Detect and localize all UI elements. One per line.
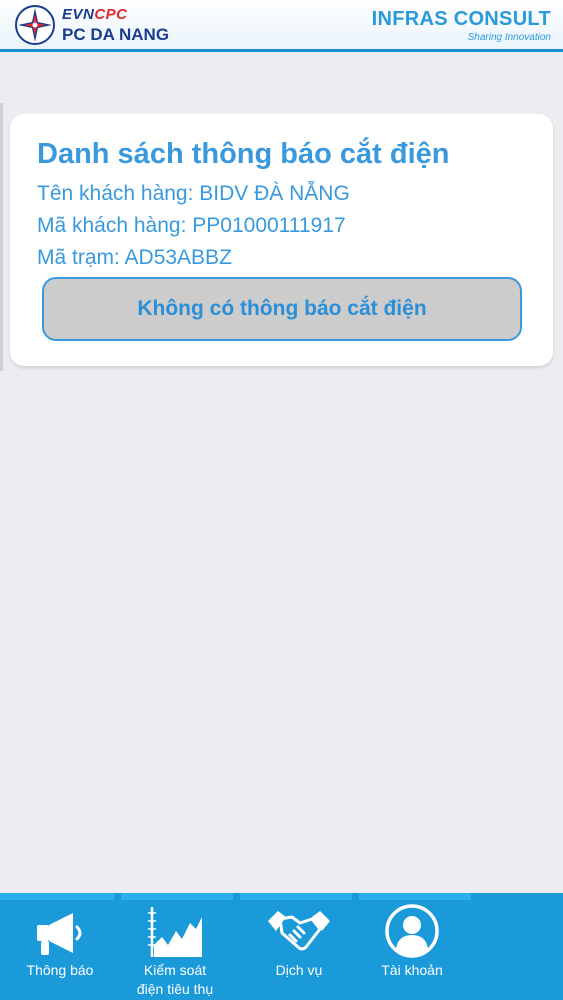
nav-label-consumption-line2: điện tiêu thụ: [136, 981, 214, 997]
evn-emblem-icon: [15, 5, 55, 45]
nav-label-notifications: Thông báo: [26, 962, 94, 978]
logo-sharing-text: Sharing Innovation: [467, 32, 551, 43]
consumption-chart-icon: [148, 907, 202, 957]
left-edge-marker: [0, 103, 3, 371]
nav-item-notifications[interactable]: Thông báo: [0, 893, 120, 1000]
nav-item-consumption[interactable]: Kiểm soát điện tiêu thụ: [115, 893, 235, 1000]
outage-notice-card: Danh sách thông báo cắt điện Tên khách h…: [10, 114, 553, 366]
logo-infras-text: INFRAS CONSULT: [371, 8, 551, 30]
nav-item-services[interactable]: Dịch vụ: [239, 893, 359, 1000]
station-code: Mã trạm: AD53ABBZ: [37, 246, 232, 269]
customer-code: Mã khách hàng: PP01000111917: [37, 214, 346, 237]
logo-evn-text: EVNCPC: [62, 6, 128, 23]
user-icon: [385, 904, 439, 958]
nav-item-account[interactable]: Tài khoản: [352, 893, 472, 1000]
handshake-icon: [268, 911, 330, 951]
app-header: EVNCPC PC DA NANG INFRAS CONSULT Sharing…: [0, 0, 563, 52]
infras-logo: INFRAS CONSULT Sharing Innovation: [372, 8, 551, 43]
no-outage-status-button[interactable]: Không có thông báo cắt điện: [42, 277, 522, 341]
megaphone-icon: [37, 913, 82, 955]
page-title: Danh sách thông báo cắt điện: [37, 138, 450, 170]
evn-logo: EVNCPC PC DA NANG: [14, 4, 169, 46]
nav-label-account: Tài khoản: [381, 962, 443, 978]
nav-label-services: Dịch vụ: [275, 962, 323, 978]
logo-pc-text: PC DA NANG: [62, 25, 170, 44]
nav-label-consumption: Kiểm soát: [143, 962, 207, 978]
customer-name: Tên khách hàng: BIDV ĐÀ NẴNG: [37, 182, 350, 205]
bottom-nav: Thông báo Kiểm soát điện tiêu thụ Dịch v…: [0, 893, 563, 1000]
